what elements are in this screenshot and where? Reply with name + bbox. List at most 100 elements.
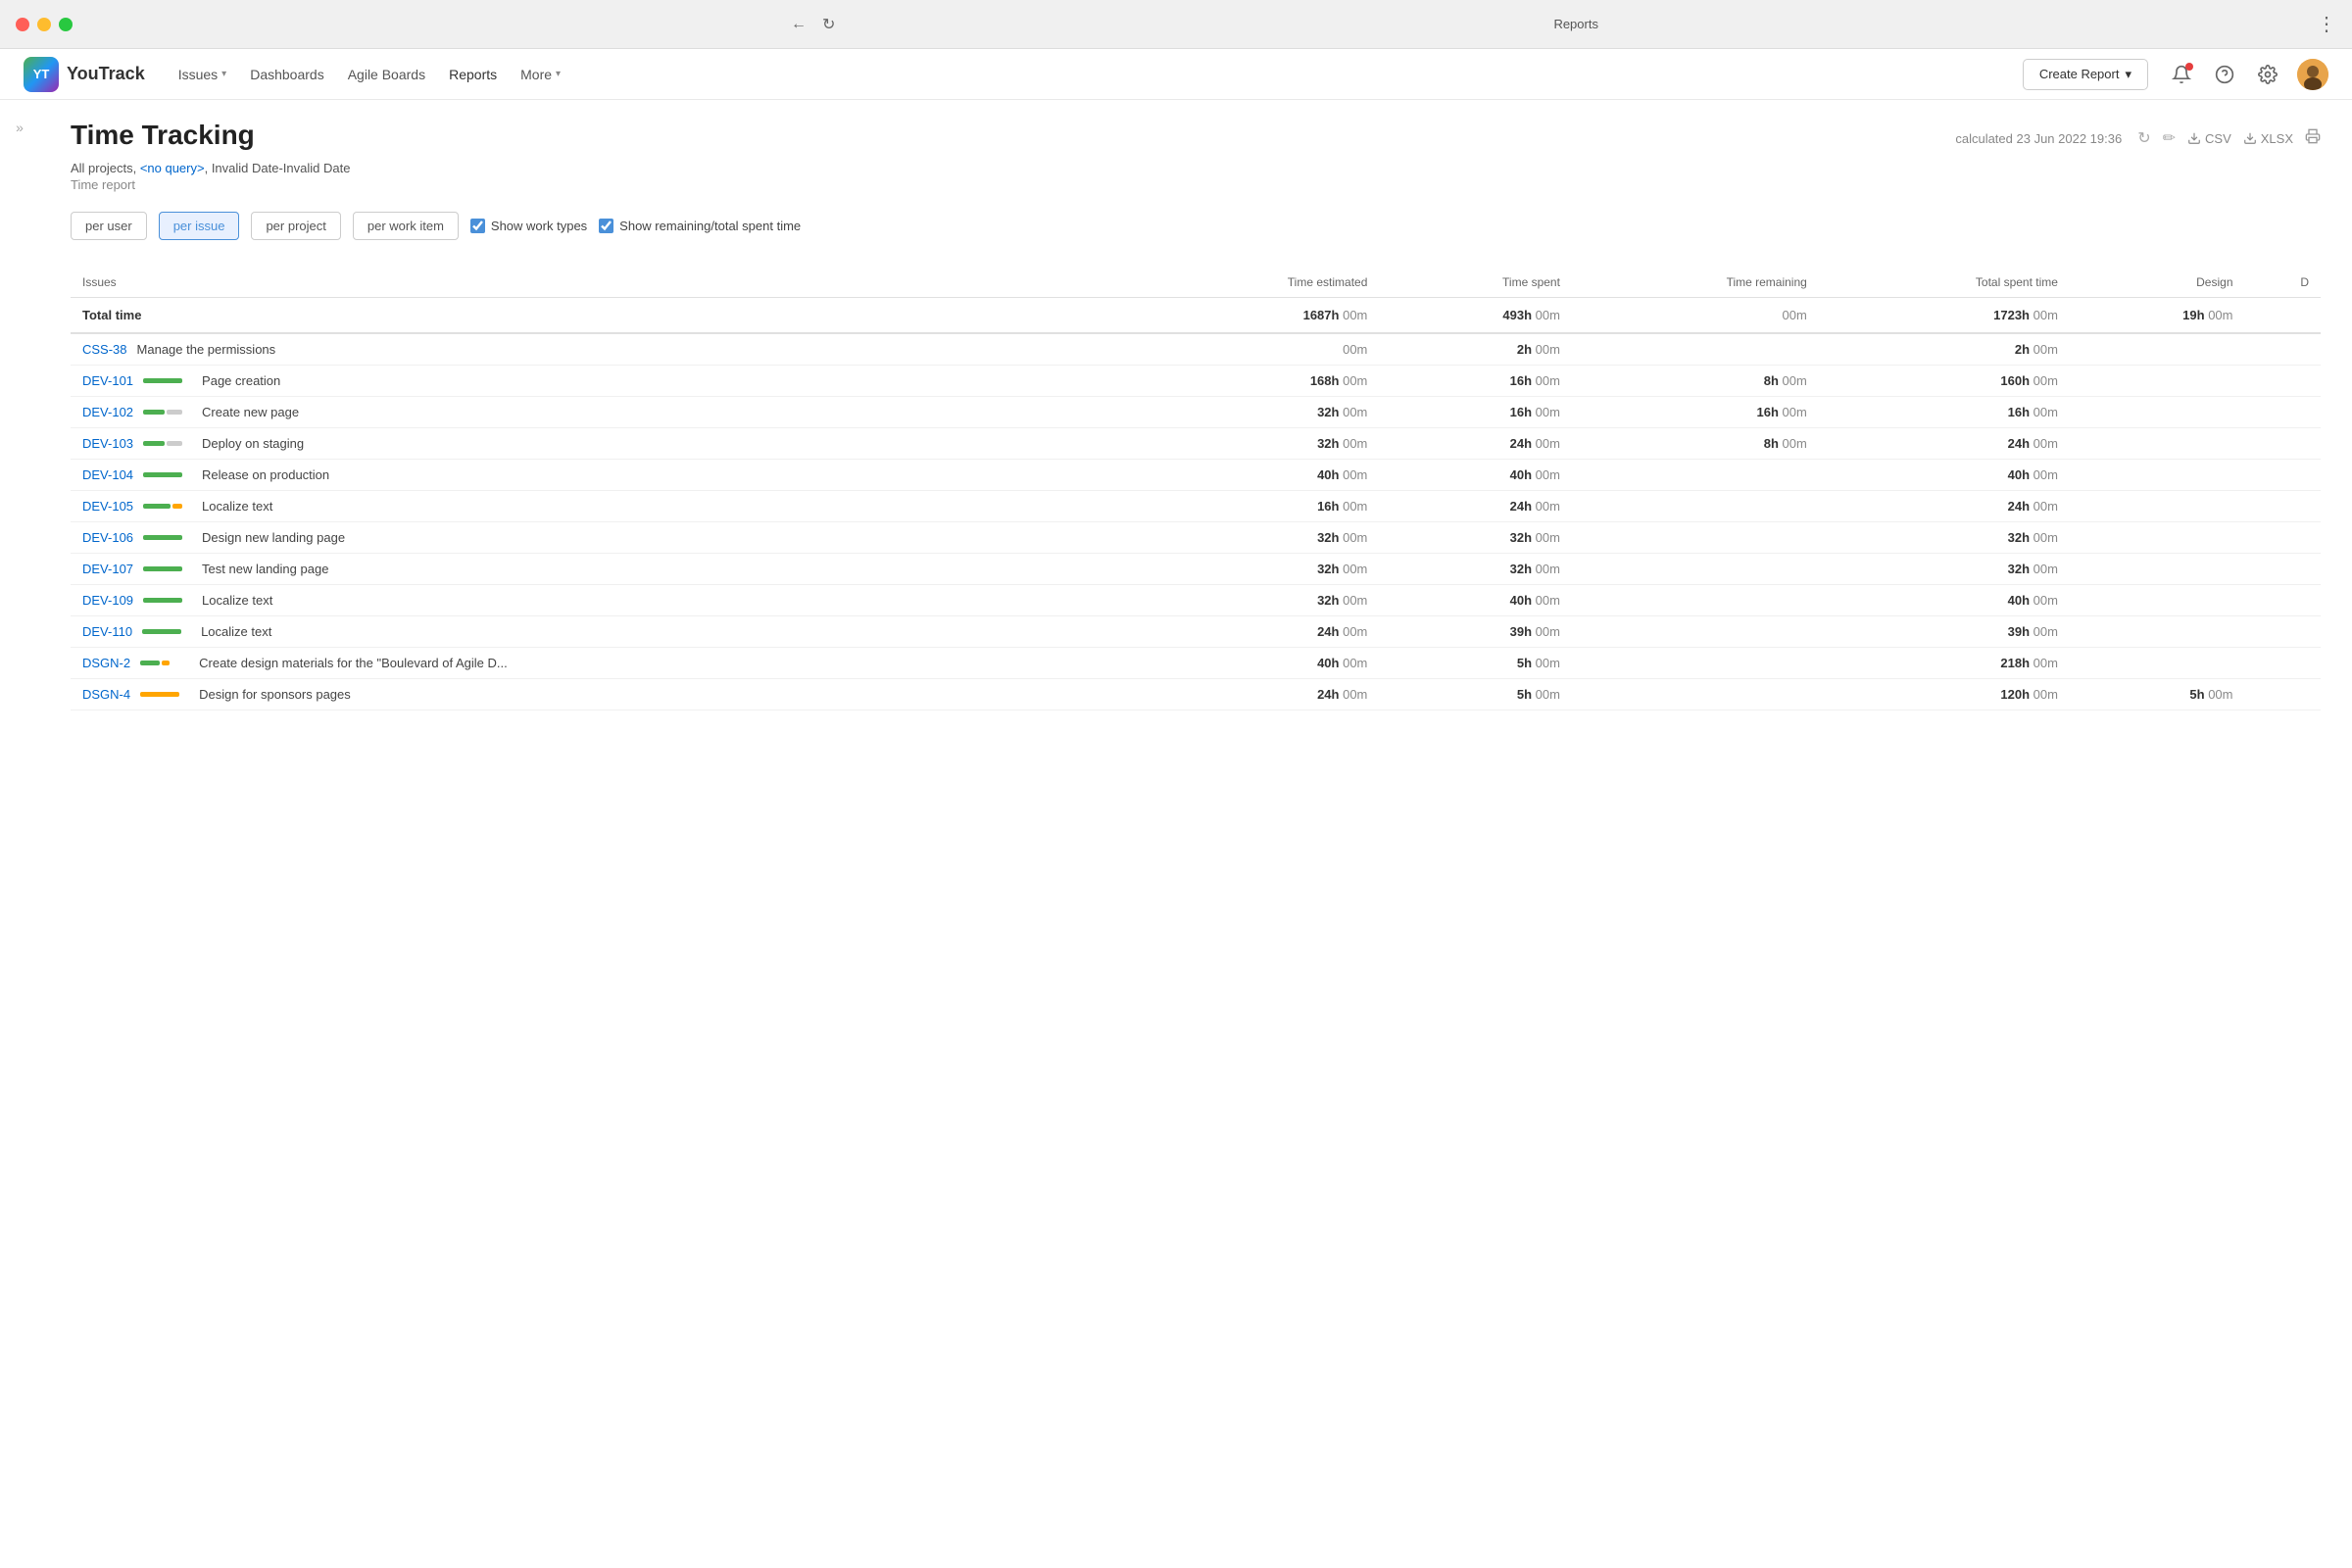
reload-button[interactable]: ↻: [822, 15, 835, 34]
show-work-types-label: Show work types: [491, 219, 587, 233]
download-xlsx-button[interactable]: XLSX: [2243, 131, 2293, 146]
d-column: [2245, 491, 2322, 522]
issue-id-link[interactable]: DEV-105: [82, 499, 133, 514]
total-total-spent: 1723h 00m: [1819, 298, 2070, 334]
d-column: [2245, 522, 2322, 554]
table-row: DEV-102Create new page32h 00m16h 00m16h …: [71, 397, 2321, 428]
show-work-types-checkbox[interactable]: Show work types: [470, 219, 587, 233]
issue-id-link[interactable]: DEV-101: [82, 373, 133, 388]
d-column: [2245, 397, 2322, 428]
issue-cell: DEV-105 Localize text: [71, 491, 1134, 522]
issue-id-link[interactable]: DSGN-4: [82, 687, 130, 702]
print-icon[interactable]: [2305, 128, 2321, 149]
minimize-button[interactable]: [37, 18, 51, 31]
nav-item-reports[interactable]: Reports: [439, 61, 507, 88]
header-row: Time Tracking calculated 23 Jun 2022 19:…: [71, 120, 2321, 157]
nav-item-dashboards-label: Dashboards: [250, 67, 324, 82]
design-time: [2070, 397, 2245, 428]
close-button[interactable]: [16, 18, 29, 31]
window-title: Reports: [1553, 17, 1598, 31]
issue-id-link[interactable]: DSGN-2: [82, 656, 130, 670]
progress-bar: [142, 629, 191, 634]
issue-id-link[interactable]: DEV-109: [82, 593, 133, 608]
progress-bar: [143, 535, 192, 540]
xlsx-label: XLSX: [2261, 131, 2293, 146]
logo[interactable]: YT YouTrack: [24, 57, 145, 92]
time-spent: 2h 00m: [1379, 333, 1572, 366]
table-row: DEV-101Page creation168h 00m16h 00m8h 00…: [71, 366, 2321, 397]
time-estimated: 00m: [1134, 333, 1379, 366]
csv-label: CSV: [2205, 131, 2231, 146]
issue-id-link[interactable]: DEV-106: [82, 530, 133, 545]
no-query-link[interactable]: <no query>: [140, 161, 205, 175]
help-icon[interactable]: [2211, 61, 2238, 88]
total-spent: 2h 00m: [1819, 333, 2070, 366]
show-work-types-input[interactable]: [470, 219, 485, 233]
notifications-icon[interactable]: [2168, 61, 2195, 88]
total-spent: 218h 00m: [1819, 648, 2070, 679]
issue-id-link[interactable]: DEV-102: [82, 405, 133, 419]
issue-cell: CSS-38Manage the permissions: [71, 333, 1134, 366]
issue-id-link[interactable]: DEV-104: [82, 467, 133, 482]
time-remaining: [1572, 491, 1819, 522]
issue-id-link[interactable]: CSS-38: [82, 342, 127, 357]
table-row: DEV-110Localize text24h 00m39h 00m39h 00…: [71, 616, 2321, 648]
sidebar-toggle[interactable]: »: [0, 100, 39, 730]
table-row: CSS-38Manage the permissions 00m2h 00m2h…: [71, 333, 2321, 366]
issue-id-link[interactable]: DEV-110: [82, 624, 132, 639]
time-spent: 40h 00m: [1379, 460, 1572, 491]
nav-item-reports-label: Reports: [449, 67, 497, 82]
nav-item-issues[interactable]: Issues ▾: [169, 61, 237, 88]
edit-icon[interactable]: ✏: [2163, 128, 2176, 148]
nav-item-dashboards[interactable]: Dashboards: [240, 61, 334, 88]
nav-item-more-label: More: [520, 67, 552, 82]
top-navigation: YT YouTrack Issues ▾ Dashboards Agile Bo…: [0, 49, 2352, 100]
col-header-design: Design: [2070, 268, 2245, 298]
d-column: [2245, 333, 2322, 366]
per-work-item-button[interactable]: per work item: [353, 212, 459, 240]
progress-bar: [143, 598, 192, 603]
create-report-button[interactable]: Create Report ▾: [2023, 59, 2148, 90]
total-spent: 32h 00m: [1819, 522, 2070, 554]
settings-icon[interactable]: [2254, 61, 2281, 88]
per-user-button[interactable]: per user: [71, 212, 147, 240]
time-estimated: 16h 00m: [1134, 491, 1379, 522]
issue-name: Create design materials for the "Bouleva…: [199, 656, 508, 670]
design-time: [2070, 491, 2245, 522]
per-project-button[interactable]: per project: [251, 212, 340, 240]
per-issue-button[interactable]: per issue: [159, 212, 240, 240]
window-more-button[interactable]: ⋮: [2317, 12, 2336, 36]
maximize-button[interactable]: [59, 18, 73, 31]
back-button[interactable]: ←: [791, 15, 807, 34]
total-time-remaining: 00m: [1572, 298, 1819, 334]
show-remaining-input[interactable]: [599, 219, 613, 233]
refresh-icon[interactable]: ↻: [2137, 128, 2150, 148]
issue-name: Design new landing page: [202, 530, 345, 545]
issue-id-link[interactable]: DEV-103: [82, 436, 133, 451]
total-spent: 16h 00m: [1819, 397, 2070, 428]
col-header-issues: Issues: [71, 268, 1134, 298]
progress-bar: [143, 566, 192, 571]
time-remaining: 8h 00m: [1572, 366, 1819, 397]
time-spent: 16h 00m: [1379, 366, 1572, 397]
issue-name: Release on production: [202, 467, 329, 482]
time-remaining: 8h 00m: [1572, 428, 1819, 460]
time-remaining: [1572, 554, 1819, 585]
show-remaining-checkbox[interactable]: Show remaining/total spent time: [599, 219, 801, 233]
nav-item-agile-boards[interactable]: Agile Boards: [338, 61, 435, 88]
d-column: [2245, 460, 2322, 491]
nav-item-more[interactable]: More ▾: [511, 61, 570, 88]
issues-chevron-icon: ▾: [221, 69, 226, 79]
issue-cell: DEV-107Test new landing page: [71, 554, 1134, 585]
design-time: [2070, 616, 2245, 648]
calculated-time: calculated 23 Jun 2022 19:36: [1955, 131, 2122, 146]
table-header-row: Issues Time estimated Time spent Time re…: [71, 268, 2321, 298]
download-csv-button[interactable]: CSV: [2187, 131, 2231, 146]
col-header-time-remaining: Time remaining: [1572, 268, 1819, 298]
logo-icon: YT: [24, 57, 59, 92]
avatar[interactable]: [2297, 59, 2328, 90]
page-layout: » Time Tracking calculated 23 Jun 2022 1…: [0, 100, 2352, 730]
time-remaining: [1572, 648, 1819, 679]
issue-name: Localize text: [202, 499, 272, 514]
issue-id-link[interactable]: DEV-107: [82, 562, 133, 576]
